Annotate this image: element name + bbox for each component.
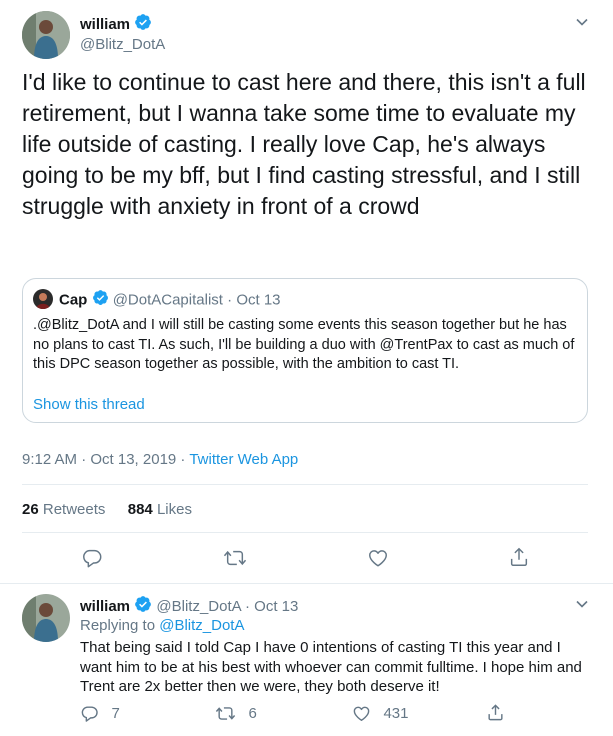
reply-text: That being said I told Cap I have 0 inte… (80, 639, 582, 695)
like-count: 431 (383, 705, 409, 722)
author-handle[interactable]: @Blitz_DotA (80, 35, 165, 55)
verified-badge-icon (92, 289, 109, 312)
likes-stat[interactable]: 884 Likes (128, 501, 192, 518)
reply-date[interactable]: · Oct 13 (245, 598, 298, 615)
retweet-count: 6 (248, 705, 257, 722)
divider (22, 532, 588, 533)
reply-count: 7 (111, 705, 120, 722)
tweet-text: I'd like to continue to cast here and th… (22, 69, 586, 219)
chevron-down-icon[interactable] (574, 596, 590, 612)
retweets-count: 26 (22, 501, 39, 518)
likes-label: Likes (156, 501, 192, 518)
retweet-button[interactable]: 6 (215, 704, 257, 723)
verified-badge-icon (134, 13, 152, 37)
retweet-icon[interactable] (223, 547, 247, 569)
likes-count: 884 (127, 501, 153, 518)
avatar[interactable] (22, 11, 70, 59)
retweet-icon (215, 704, 236, 723)
quoted-avatar[interactable] (33, 289, 53, 309)
retweets-stat[interactable]: 26 Retweets (22, 501, 105, 518)
reply-icon[interactable] (81, 547, 103, 569)
avatar-image (22, 11, 70, 59)
replying-to-handle[interactable]: @Blitz_DotA (159, 617, 244, 634)
like-icon (352, 704, 371, 723)
quoted-tweet-text: .@Blitz_DotA and I will still be casting… (33, 317, 575, 372)
divider (0, 583, 613, 584)
divider (22, 484, 588, 485)
separator: · (227, 291, 233, 309)
quoted-handle[interactable]: @DotACapitalist (113, 291, 223, 308)
share-icon[interactable] (486, 703, 505, 722)
reply-icon (80, 704, 99, 723)
tweet-source[interactable]: Twitter Web App (189, 451, 298, 468)
show-thread-link[interactable]: Show this thread (33, 395, 145, 415)
share-icon[interactable] (508, 546, 530, 568)
retweets-label: Retweets (42, 501, 106, 518)
reply-avatar[interactable] (22, 594, 70, 642)
reply-button[interactable]: 7 (80, 704, 120, 723)
avatar-image (22, 594, 70, 642)
quoted-date[interactable]: Oct 13 (236, 291, 280, 308)
chevron-down-icon[interactable] (574, 14, 590, 30)
quoted-author-name[interactable]: Cap (59, 291, 87, 308)
replying-to-label: Replying to (80, 617, 160, 634)
author-name[interactable]: william (80, 16, 130, 33)
like-icon[interactable] (367, 547, 389, 569)
reply-author-name[interactable]: william (80, 598, 130, 615)
reply-handle[interactable]: @Blitz_DotA (156, 598, 240, 615)
tweet-timestamp[interactable]: 9:12 AM · Oct 13, 2019 · (22, 451, 189, 468)
like-button[interactable]: 431 (352, 704, 408, 723)
